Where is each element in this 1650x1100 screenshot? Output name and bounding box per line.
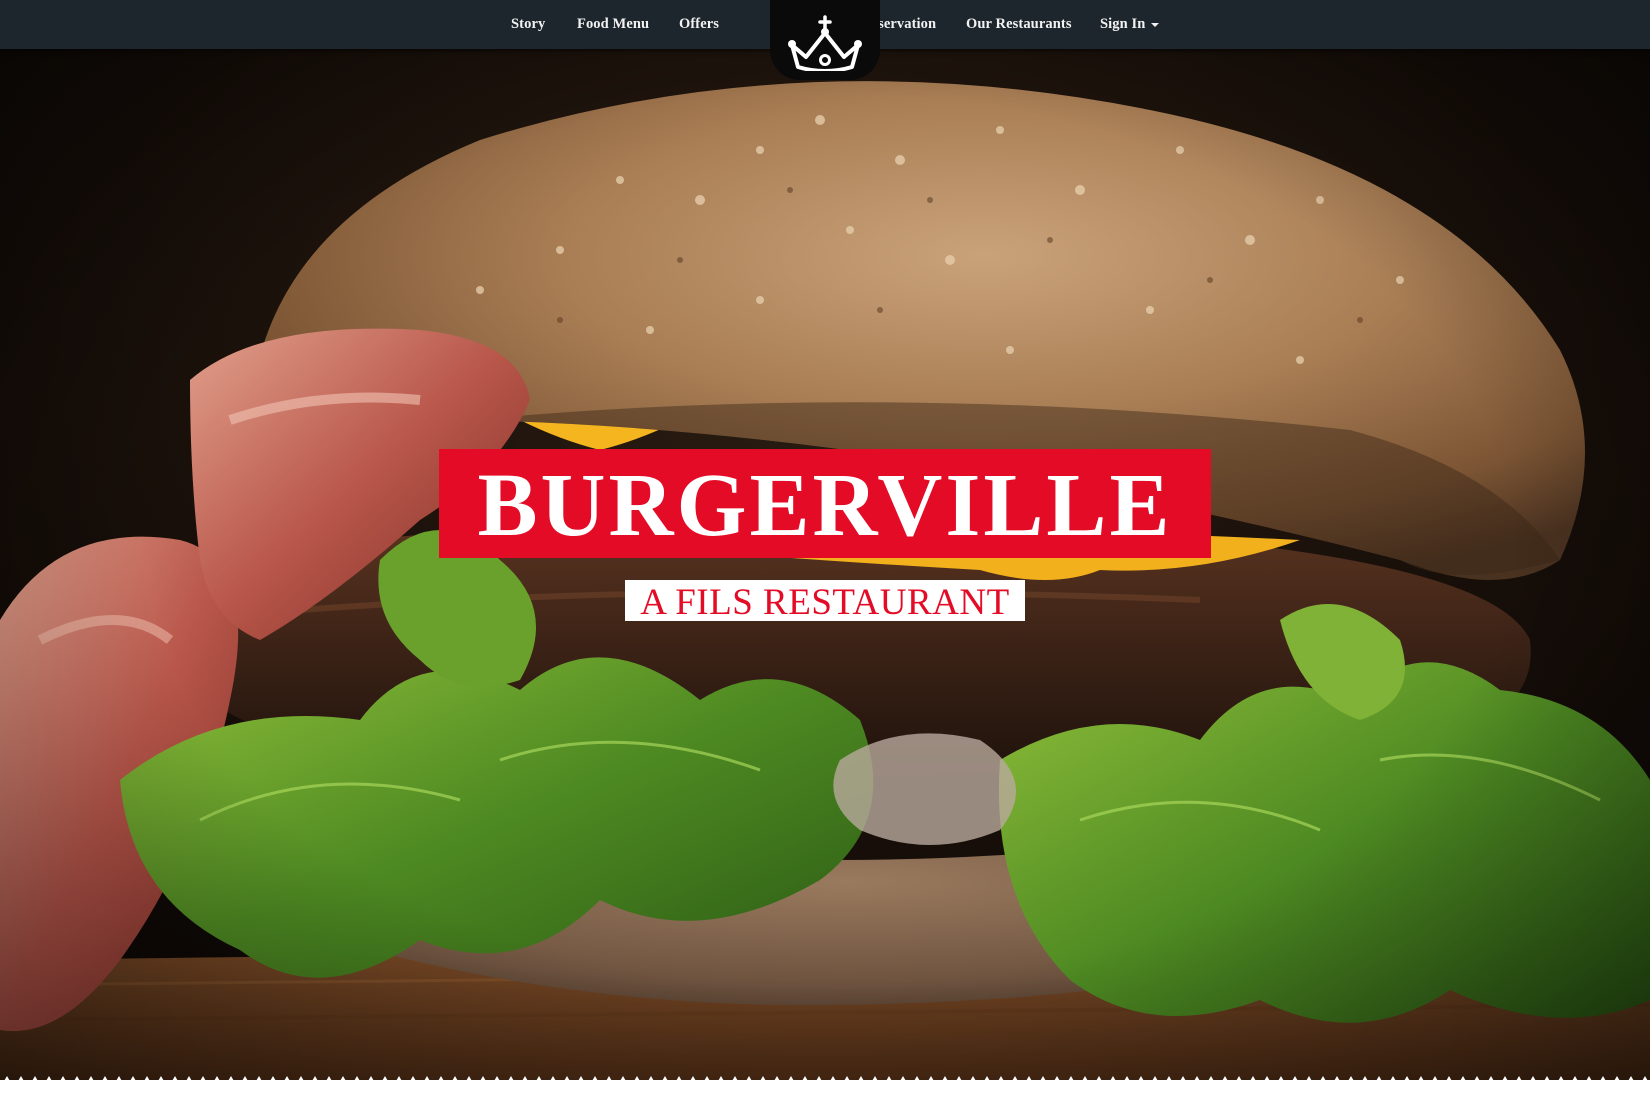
nav-sign-in-dropdown[interactable]: Sign In: [1100, 16, 1160, 33]
crown-icon: [788, 15, 862, 71]
hero-title: BURGERVILLE: [477, 455, 1173, 555]
hero-section: BURGERVILLE A FILS RESTAURANT: [0, 0, 1650, 1080]
nav-offers[interactable]: Offers: [679, 16, 719, 33]
sign-in-label: Sign In: [1100, 16, 1146, 32]
hero-title-box: BURGERVILLE: [439, 449, 1211, 558]
nav-our-restaurants[interactable]: Our Restaurants: [966, 16, 1072, 33]
nav-food-menu[interactable]: Food Menu: [577, 16, 649, 33]
caret-down-icon: [1151, 22, 1160, 27]
hero-subtitle: A FILS RESTAURANT: [640, 581, 1010, 623]
zigzag-divider: [4, 1076, 1648, 1080]
logo-badge[interactable]: [770, 0, 880, 80]
hero-subtitle-box: A FILS RESTAURANT: [625, 580, 1025, 621]
nav-story[interactable]: Story: [511, 16, 545, 33]
